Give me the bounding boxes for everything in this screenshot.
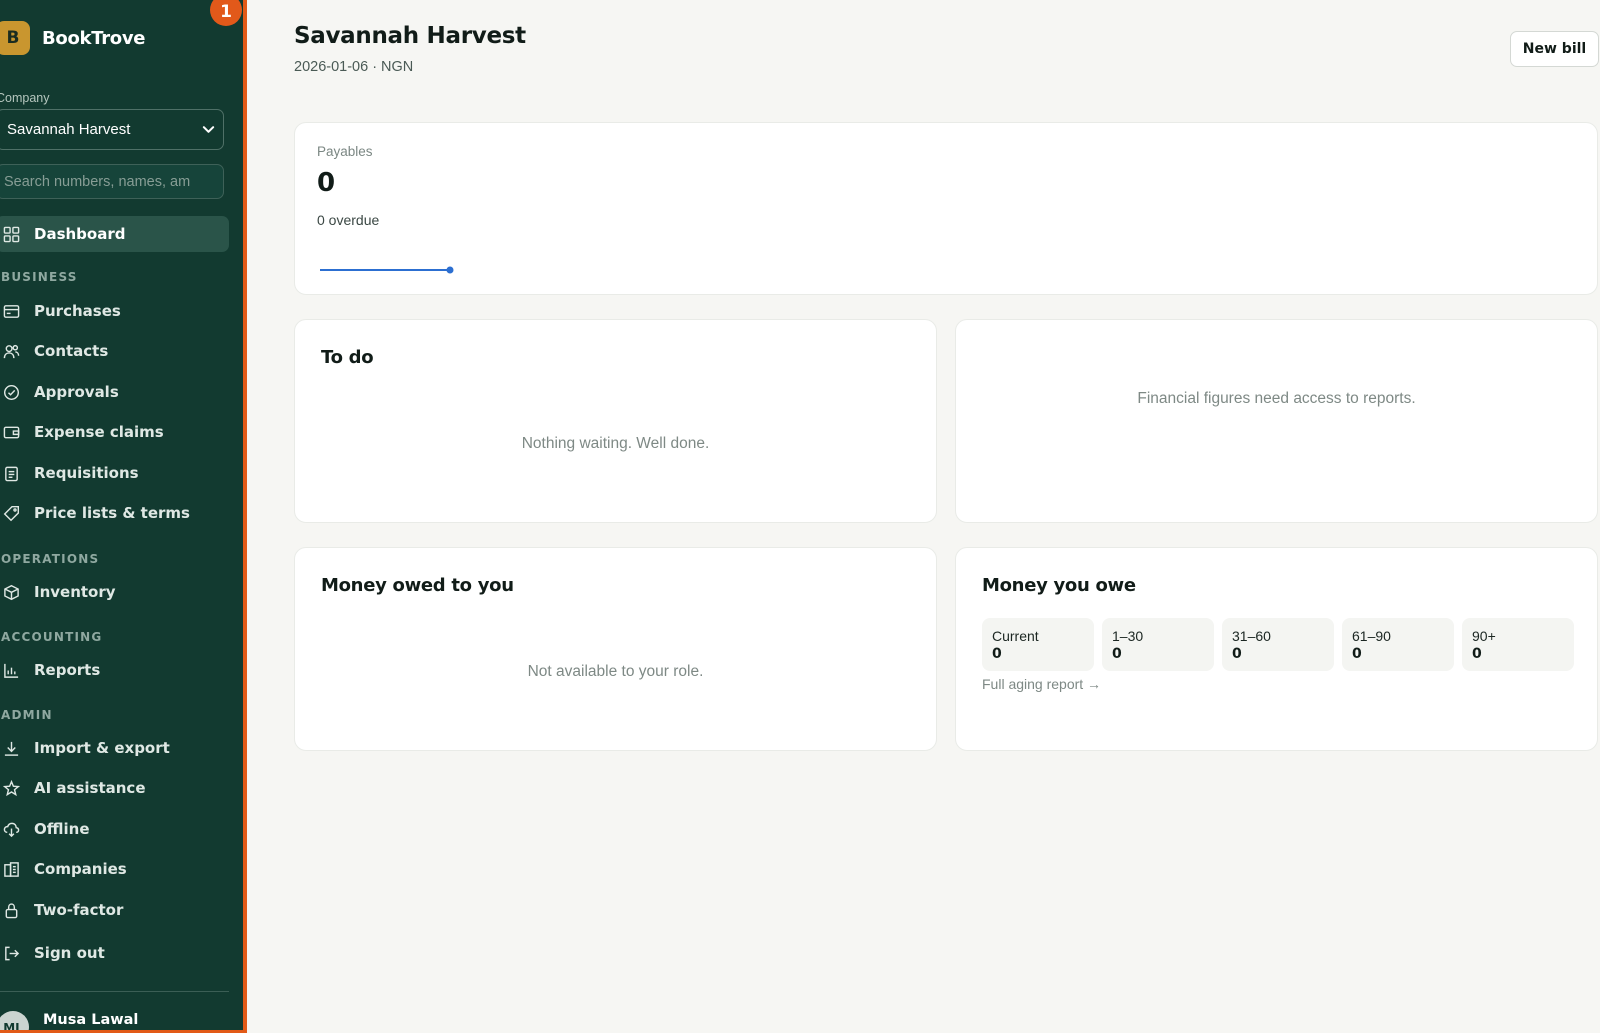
sidebar-item-label: Two-factor [34,901,124,919]
sidebar-item-approvals[interactable]: Approvals [0,374,229,410]
avatar[interactable]: ML [0,1011,29,1030]
sidebar-item-requisitions[interactable]: Requisitions [0,455,229,491]
sidebar-item-label: Price lists & terms [34,504,190,522]
payables-value: 0 [317,168,336,198]
download-icon [2,739,20,757]
sidebar-item-label: Inventory [34,583,116,601]
aging-bucket-31-60: 31–60 0 [1222,618,1334,671]
section-label-admin: ADMIN [1,708,53,722]
star-icon [2,779,20,797]
user-name[interactable]: Musa Lawal [43,1012,138,1028]
aging-bucket-value: 0 [992,646,1002,662]
aging-bucket-label: 31–60 [1232,628,1271,644]
section-label-accounting: ACCOUNTING [1,630,103,644]
aging-buckets: Current 0 1–30 0 31–60 0 61–90 0 90+ 0 [982,618,1574,671]
sidebar-item-label: Expense claims [34,423,164,441]
money-you-owe-title: Money you owe [982,575,1136,596]
box-icon [2,583,20,601]
sidebar-item-price-lists[interactable]: Price lists & terms [0,495,229,531]
company-select[interactable]: Savannah Harvest [0,109,224,150]
todo-card: To do Nothing waiting. Well done. [294,319,937,523]
brand[interactable]: B BookTrove [0,21,146,55]
receipt-icon [2,302,20,320]
sidebar-item-offline[interactable]: Offline [0,811,229,847]
tag-icon [2,504,20,522]
bar-chart-icon [2,661,20,679]
todo-empty-message: Nothing waiting. Well done. [521,435,710,452]
cloud-download-icon [2,820,20,838]
clipboard-icon [2,464,20,482]
money-owed-to-you-card: Money owed to you Not available to your … [294,547,937,751]
money-you-owe-card: Money you owe Current 0 1–30 0 31–60 0 6… [955,547,1598,751]
sidebar-item-two-factor[interactable]: Two-factor [0,892,229,928]
sidebar-item-ai-assistance[interactable]: AI assistance [0,770,229,806]
sidebar-item-companies[interactable]: Companies [0,851,229,887]
page-title: Savannah Harvest [294,23,526,49]
brand-logo: B [0,21,30,55]
sidebar-item-label: Contacts [34,342,109,360]
money-owed-title: Money owed to you [321,575,514,596]
aging-bucket-current: Current 0 [982,618,1094,671]
payables-label: Payables [317,144,373,159]
sidebar-item-label: Reports [34,661,101,679]
sidebar-item-import-export[interactable]: Import & export [0,730,229,766]
chevron-down-icon [202,126,215,133]
aging-bucket-1-30: 1–30 0 [1102,618,1214,671]
sidebar-item-label: Approvals [34,383,119,401]
search-input[interactable]: Search numbers, names, am [0,164,224,199]
payables-card: Payables 0 0 overdue [294,122,1598,295]
sidebar-item-label: Offline [34,820,90,838]
sidebar-item-label: Import & export [34,739,170,757]
sidebar-item-contacts[interactable]: Contacts [0,333,229,369]
sidebar-item-label: Dashboard [34,225,126,243]
sidebar-item-label: Requisitions [34,464,139,482]
payables-overdue: 0 overdue [317,212,380,228]
lock-icon [2,901,20,919]
brand-name: BookTrove [42,27,146,49]
new-bill-button[interactable]: New bill [1510,31,1599,67]
aging-bucket-61-90: 61–90 0 [1342,618,1454,671]
sidebar-item-label: Purchases [34,302,121,320]
aging-bucket-value: 0 [1232,646,1242,662]
aging-bucket-label: Current [992,628,1039,644]
company-select-value: Savannah Harvest [7,121,131,138]
check-circle-icon [2,383,20,401]
aging-bucket-value: 0 [1472,646,1482,662]
section-label-business: BUSINESS [1,270,78,284]
sidebar: B BookTrove Company Savannah Harvest Sea… [0,0,247,1033]
aging-bucket-label: 61–90 [1352,628,1391,644]
full-aging-report-link[interactable]: Full aging report → [982,676,1101,692]
sidebar-item-label: Sign out [34,944,105,962]
financial-access-message: Financial figures need access to reports… [1137,390,1416,407]
company-label: Company [0,91,50,105]
aging-bucket-label: 90+ [1472,628,1496,644]
payables-sparkline [320,266,454,274]
building-icon [2,860,20,878]
sidebar-divider [0,991,229,992]
sidebar-item-label: AI assistance [34,779,146,797]
aging-bucket-value: 0 [1352,646,1362,662]
sign-out-icon [2,944,20,962]
aging-bucket-value: 0 [1112,646,1122,662]
todo-title: To do [321,347,374,368]
search-placeholder: Search numbers, names, am [4,173,191,190]
aging-bucket-90-plus: 90+ 0 [1462,618,1574,671]
users-icon [2,342,20,360]
financial-figures-card: Financial figures need access to reports… [955,319,1598,523]
wallet-icon [2,423,20,441]
sidebar-item-purchases[interactable]: Purchases [0,293,229,329]
sidebar-item-inventory[interactable]: Inventory [0,574,229,610]
sidebar-item-expense-claims[interactable]: Expense claims [0,414,229,450]
aging-bucket-label: 1–30 [1112,628,1144,644]
sidebar-item-label: Companies [34,860,127,878]
money-owed-message: Not available to your role. [527,663,704,680]
section-label-operations: OPERATIONS [1,552,100,566]
sidebar-item-dashboard[interactable]: Dashboard [0,216,229,252]
sidebar-item-reports[interactable]: Reports [0,652,229,688]
grid-icon [2,225,20,243]
sidebar-item-sign-out[interactable]: Sign out [0,935,229,971]
page-subtitle: 2026-01-06 · NGN [294,59,414,75]
